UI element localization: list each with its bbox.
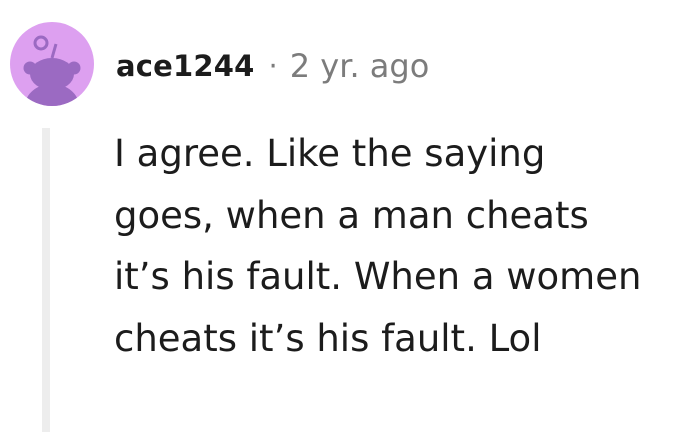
username-link[interactable]: ace1244 [116, 49, 255, 83]
thread-line[interactable] [42, 128, 50, 432]
comment: ace1244 · 2 yr. ago I agree. Like the sa… [0, 0, 688, 432]
comment-body: I agree. Like the saying goes, when a ma… [114, 132, 642, 360]
comment-timestamp[interactable]: 2 yr. ago [290, 47, 430, 85]
user-avatar-icon[interactable] [10, 22, 94, 106]
meta-separator: · [268, 49, 278, 83]
comment-meta: ace1244 · 2 yr. ago [116, 46, 429, 86]
